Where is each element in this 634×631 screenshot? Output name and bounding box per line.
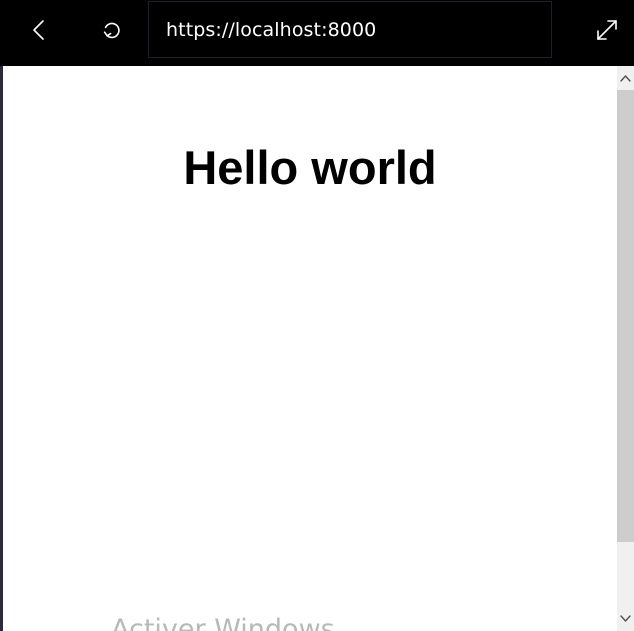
scroll-down-button[interactable] <box>617 607 634 631</box>
expand-button[interactable] <box>586 0 628 60</box>
activation-watermark: Activer Windows <box>111 614 335 631</box>
scroll-up-button[interactable] <box>617 66 634 90</box>
scroll-thumb[interactable] <box>617 90 634 542</box>
chevron-left-icon <box>33 20 44 40</box>
browser-window: https://localhost:8000 Hello world Activ… <box>0 0 634 631</box>
page-content: Hello world Activer Windows <box>3 66 617 631</box>
chevron-up-icon <box>620 75 631 82</box>
refresh-icon <box>103 22 120 39</box>
address-bar[interactable]: https://localhost:8000 <box>148 1 552 58</box>
address-url: https://localhost:8000 <box>166 18 377 41</box>
refresh-button[interactable] <box>91 0 133 60</box>
page-heading: Hello world <box>183 141 437 194</box>
back-button[interactable] <box>18 0 60 60</box>
chevron-down-icon <box>620 615 631 622</box>
browser-toolbar: https://localhost:8000 <box>0 0 634 66</box>
expand-icon <box>597 20 617 40</box>
vertical-scrollbar[interactable] <box>617 66 634 631</box>
